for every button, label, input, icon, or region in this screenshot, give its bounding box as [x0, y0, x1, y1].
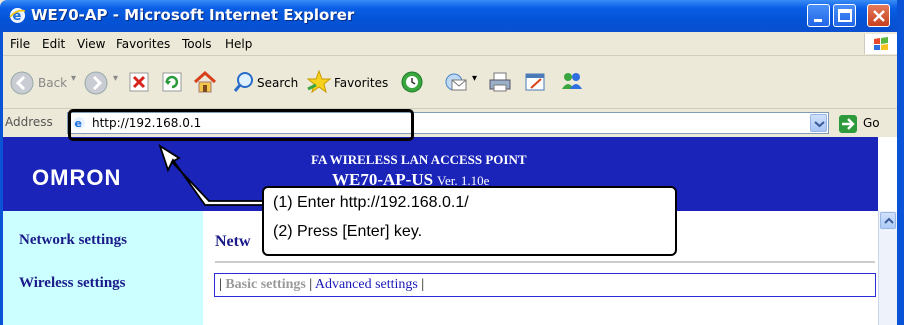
callout-step-1: (1) Enter http://192.168.0.1/ — [273, 194, 469, 211]
callout-pointer — [158, 143, 262, 206]
instruction-callout: (1) Enter http://192.168.0.1/ (2) Press … — [262, 186, 677, 256]
callout-step-2: (2) Press [Enter] key. — [273, 223, 423, 240]
